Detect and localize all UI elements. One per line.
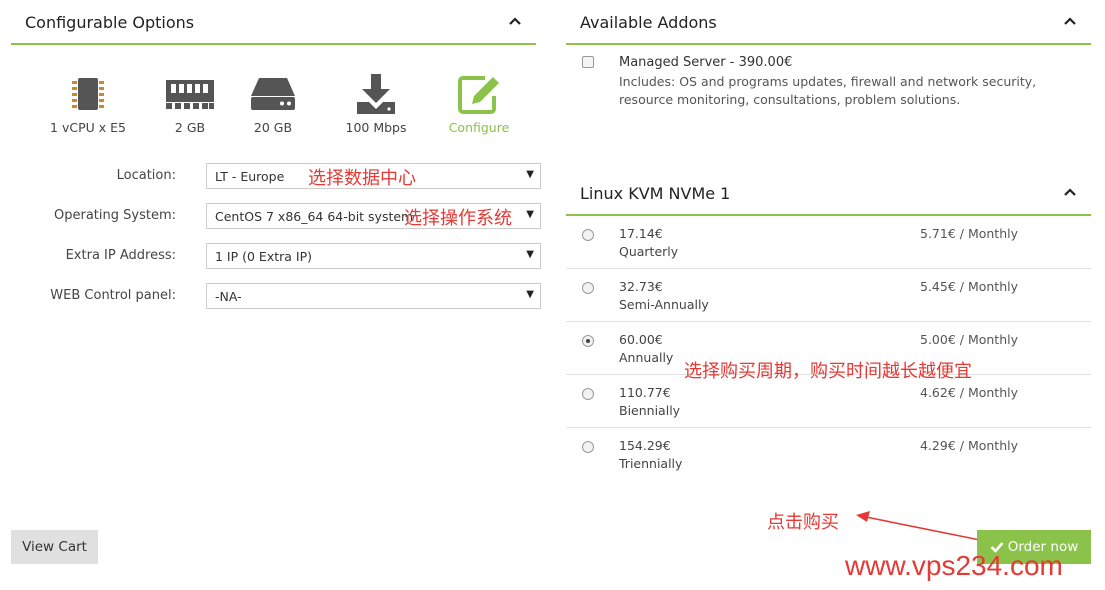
billing-radio[interactable] (582, 229, 594, 241)
ram-module-icon (166, 80, 214, 109)
extra-ip-select[interactable]: 1 IP (0 Extra IP) ▼ (206, 243, 541, 269)
annotation-os: 选择操作系统 (404, 208, 512, 229)
dropdown-arrow-icon: ▼ (526, 249, 534, 260)
billing-radio[interactable] (582, 388, 594, 400)
addon-description: Includes: OS and programs updates, firew… (619, 74, 1037, 107)
download-icon (357, 74, 395, 114)
cycle-period: Annually (619, 350, 674, 365)
billing-option-triennially[interactable]: 154.29€ Triennially 4.29€ / Monthly (566, 428, 1091, 481)
spec-disk-label: 20 GB (253, 120, 293, 135)
spec-bandwidth: 100 Mbps (336, 72, 416, 135)
location-label: Location: (116, 168, 176, 183)
extra-ip-label: Extra IP Address: (65, 248, 176, 263)
cycle-monthly-price: 4.62€ / Monthly (920, 385, 1018, 400)
control-panel-value: -NA- (215, 289, 242, 304)
spec-cpu-label: 1 vCPU x E5 (50, 120, 126, 135)
view-cart-button[interactable]: View Cart (11, 530, 98, 564)
addon-title: Managed Server - 390.00€ (619, 55, 793, 70)
hard-drive-icon (251, 78, 295, 110)
cycle-price: 32.73€ (619, 279, 663, 294)
dropdown-arrow-icon: ▼ (526, 209, 534, 220)
cycle-monthly-price: 5.71€ / Monthly (920, 226, 1018, 241)
os-value: CentOS 7 x86_64 64-bit system (215, 209, 414, 224)
spec-ram-label: 2 GB (174, 120, 206, 135)
spec-disk: 20 GB (240, 72, 306, 135)
chevron-up-icon[interactable] (1063, 185, 1077, 199)
chevron-up-icon[interactable] (1063, 14, 1077, 28)
configurable-options-header[interactable]: Configurable Options (11, 0, 536, 45)
spec-configure-label[interactable]: Configure (442, 120, 516, 135)
watermark-text: www.vps234.com (845, 550, 1063, 581)
chevron-up-icon[interactable] (508, 14, 522, 28)
cycle-price: 154.29€ (619, 438, 671, 453)
billing-cycle-header[interactable]: Linux KVM NVMe 1 (566, 171, 1091, 216)
spec-bandwidth-label: 100 Mbps (345, 120, 407, 135)
control-panel-select[interactable]: -NA- ▼ (206, 283, 541, 309)
cycle-price: 60.00€ (619, 332, 663, 347)
billing-option-quarterly[interactable]: 17.14€ Quarterly 5.71€ / Monthly (566, 216, 1091, 269)
annotation-datacenter: 选择数据中心 (308, 168, 416, 189)
cycle-period: Triennially (619, 456, 683, 471)
cycle-monthly-price: 4.29€ / Monthly (920, 438, 1018, 453)
edit-icon[interactable] (455, 72, 503, 116)
cycle-period: Semi-Annually (619, 297, 709, 312)
os-label: Operating System: (54, 208, 176, 223)
available-addons-header[interactable]: Available Addons (566, 0, 1091, 45)
billing-radio[interactable] (582, 441, 594, 453)
cycle-monthly-price: 5.00€ / Monthly (920, 332, 1018, 347)
cpu-chip-icon (72, 78, 104, 110)
control-panel-label: WEB Control panel: (50, 288, 176, 303)
spec-ram: 2 GB (157, 72, 223, 135)
product-name: Linux KVM NVMe 1 (580, 184, 731, 203)
extra-ip-value: 1 IP (0 Extra IP) (215, 249, 312, 264)
billing-radio-selected[interactable] (582, 335, 594, 347)
cycle-monthly-price: 5.45€ / Monthly (920, 279, 1018, 294)
annotation-buy: 点击购买 (767, 512, 839, 533)
cycle-period: Biennially (619, 403, 681, 418)
billing-radio[interactable] (582, 282, 594, 294)
spec-cpu: 1 vCPU x E5 (48, 72, 128, 135)
cycle-period: Quarterly (619, 244, 679, 259)
managed-server-checkbox[interactable] (582, 56, 594, 68)
cycle-price: 110.77€ (619, 385, 671, 400)
annotation-cycle: 选择购买周期，购买时间越长越便宜 (684, 361, 972, 382)
location-value: LT - Europe (215, 169, 285, 184)
configurable-options-title: Configurable Options (25, 13, 195, 32)
billing-option-semi-annually[interactable]: 32.73€ Semi-Annually 5.45€ / Monthly (566, 269, 1091, 322)
dropdown-arrow-icon: ▼ (526, 289, 534, 300)
spec-configure[interactable]: Configure (442, 72, 516, 135)
available-addons-title: Available Addons (580, 13, 717, 32)
dropdown-arrow-icon: ▼ (526, 169, 534, 180)
cycle-price: 17.14€ (619, 226, 663, 241)
